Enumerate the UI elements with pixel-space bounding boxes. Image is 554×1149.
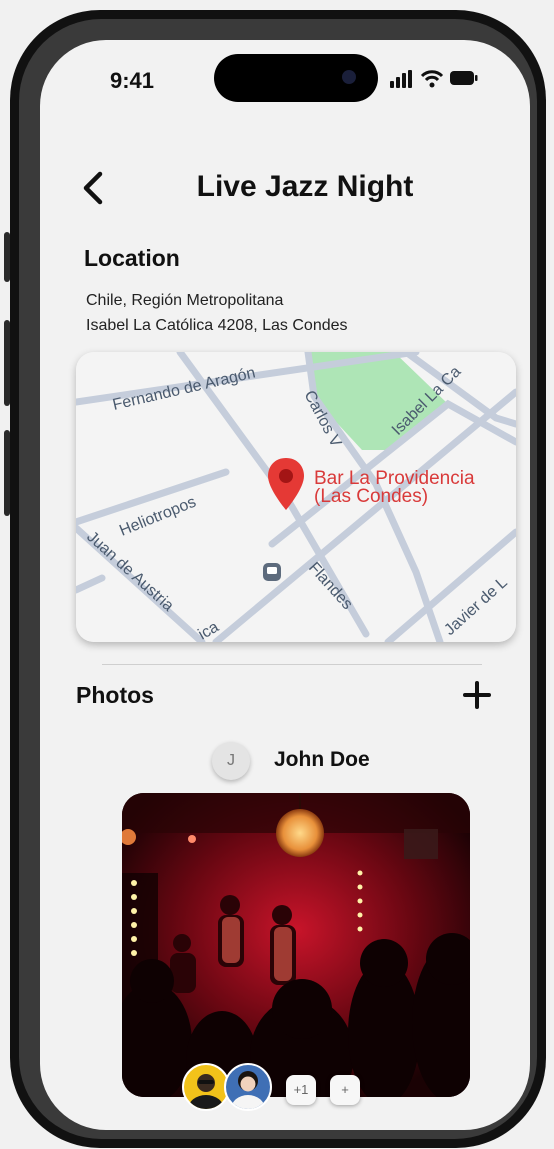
divider xyxy=(102,664,482,665)
dynamic-island xyxy=(214,54,378,102)
author-name: John Doe xyxy=(274,748,370,771)
signal-icon xyxy=(390,70,412,88)
screen: 9:41 Live Jazz Night Location Chile, Reg… xyxy=(40,40,530,1130)
address: Chile, Región Metropolitana Isabel La Ca… xyxy=(86,288,348,338)
photos-heading: Photos xyxy=(76,682,154,708)
author-avatar: J xyxy=(212,742,250,780)
location-heading: Location xyxy=(84,245,180,271)
more-photos-count[interactable]: +1 xyxy=(286,1075,316,1105)
transit-icon xyxy=(263,563,281,581)
address-line2: Isabel La Católica 4208, Las Condes xyxy=(86,317,348,334)
concert-photo-illustration xyxy=(122,793,470,1097)
header: Live Jazz Night xyxy=(40,166,530,210)
contributor-avatar-2[interactable] xyxy=(224,1063,272,1111)
contributor-avatar-2-illustration xyxy=(231,1071,265,1109)
contributor-avatar-1-illustration xyxy=(188,1074,224,1109)
address-line1: Chile, Región Metropolitana xyxy=(86,292,284,309)
location-map[interactable]: Fernando de Aragón Carlos V Isabel La Ca… xyxy=(76,352,516,642)
status-time: 9:41 xyxy=(110,68,155,93)
battery-icon xyxy=(450,71,478,85)
status-icons xyxy=(390,70,478,88)
map-place-line2: (Las Condes) xyxy=(314,486,429,507)
phone-frame: 9:41 Live Jazz Night Location Chile, Reg… xyxy=(10,10,546,1148)
contributor-avatar-1[interactable] xyxy=(182,1063,230,1111)
add-photo-plus-icon[interactable] xyxy=(462,680,492,710)
map-place-label: Bar La Providencia (Las Condes) xyxy=(314,469,475,507)
page-title: Live Jazz Night xyxy=(196,170,414,203)
pendant-lamp xyxy=(276,809,324,857)
event-photo[interactable] xyxy=(122,793,470,1097)
wifi-icon xyxy=(420,70,444,88)
add-contributor-button[interactable]: + xyxy=(330,1075,360,1105)
camera-icon xyxy=(342,70,356,84)
